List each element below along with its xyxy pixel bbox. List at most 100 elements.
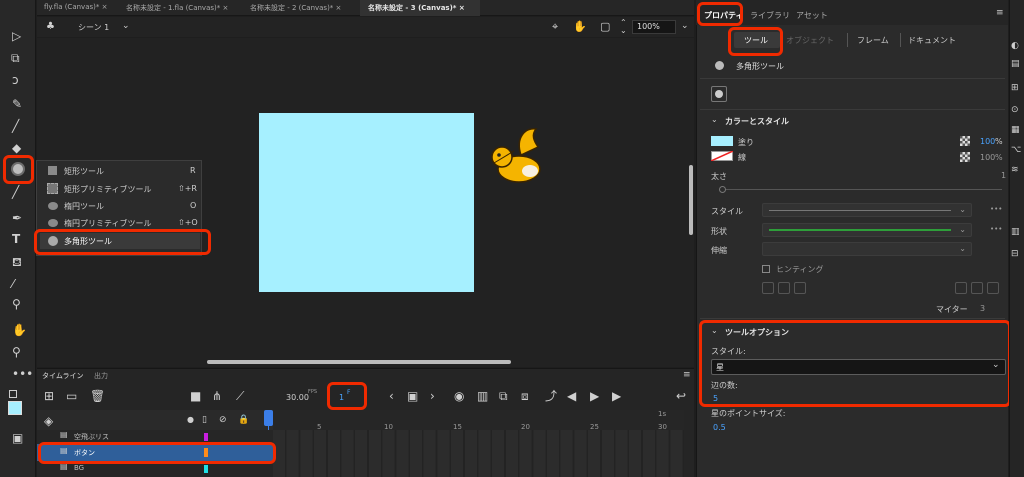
pen-icon[interactable]: ✒ <box>12 212 22 224</box>
new-folder-icon[interactable]: ▭ <box>66 390 77 402</box>
prev-arrow-icon[interactable]: ‹ <box>389 390 394 402</box>
scene-name[interactable]: シーン 1 <box>78 22 109 33</box>
cap-button-1[interactable] <box>762 282 774 294</box>
fill-alpha[interactable]: 100 <box>980 137 995 146</box>
doc-tab-0[interactable]: fly.fla (Canvas)* × <box>44 3 107 11</box>
join-button-3[interactable] <box>987 282 999 294</box>
cap-button-3[interactable] <box>794 282 806 294</box>
new-layer-icon[interactable]: ⊞ <box>44 390 54 402</box>
menu-item-oval-primitive[interactable]: 楕円プリミティブツール <box>64 218 152 229</box>
shape-more-icon[interactable]: ••• <box>990 225 1002 233</box>
stroke-shape-dropdown[interactable]: ⌄ <box>762 223 972 237</box>
subtab-document[interactable]: ドキュメント <box>908 35 956 46</box>
side-panel-icon-9[interactable]: ⊟ <box>1011 250 1019 259</box>
layer-name-2[interactable]: BG <box>74 464 84 472</box>
timeline-menu-icon[interactable]: ≡ <box>683 371 691 380</box>
timeline-fit-icon[interactable]: ↩ <box>676 390 686 402</box>
keyframe-icon[interactable]: ▣ <box>407 390 418 402</box>
pin-icon[interactable]: ⚲ <box>12 298 21 310</box>
side-panel-icon-4[interactable]: ⊙ <box>1011 106 1019 115</box>
width-value[interactable]: 1 <box>1001 171 1006 180</box>
cap-button-2[interactable] <box>778 282 790 294</box>
side-panel-icon-1[interactable]: ◐ <box>1011 42 1019 51</box>
insert-icon[interactable]: ⤴ <box>545 390 557 402</box>
hand-icon[interactable]: ✋ <box>12 324 27 336</box>
menu-item-oval[interactable]: 楕円ツール <box>64 201 104 212</box>
fps-value[interactable]: 30.00 <box>286 393 309 402</box>
rotate-stage-icon[interactable]: ✋ <box>573 21 587 32</box>
swap-colors-icon[interactable]: ▣ <box>12 432 23 444</box>
tab-assets[interactable]: アセット <box>796 10 828 21</box>
side-panel-icon-6[interactable]: ⌥ <box>1011 146 1021 155</box>
playhead[interactable] <box>264 410 273 426</box>
free-transform-icon[interactable]: ⧉ <box>11 52 20 64</box>
loop-icon[interactable]: ⧉ <box>499 390 508 402</box>
stroke-color-swatch[interactable] <box>9 390 17 398</box>
scale-dropdown[interactable]: ⌄ <box>762 242 972 256</box>
subtab-frame[interactable]: フレーム <box>857 35 889 46</box>
graph-icon[interactable]: ⟋ <box>236 390 244 402</box>
doc-tab-3[interactable]: 名称未設定 - 3 (Canvas)* × <box>368 3 465 13</box>
width-slider-thumb[interactable] <box>719 186 726 193</box>
next-arrow-icon[interactable]: › <box>430 390 435 402</box>
show-all-dot-icon[interactable]: ● <box>187 416 194 424</box>
layers-stack-icon[interactable]: ◈ <box>44 415 53 427</box>
delete-layer-icon[interactable]: 🗑 <box>90 390 105 402</box>
flying-squirrel-sprite[interactable] <box>484 125 556 193</box>
star-point-value[interactable]: 0.5 <box>713 423 726 432</box>
text-tool-icon[interactable]: T <box>12 233 20 245</box>
zoom-icon[interactable]: ⚲ <box>12 346 21 358</box>
stroke-style-dropdown[interactable]: ⌄ <box>762 203 972 217</box>
menu-item-rectangle-primitive[interactable]: 矩形プリミティブツール <box>64 184 152 195</box>
tab-output[interactable]: 出力 <box>94 371 108 381</box>
center-stage-icon[interactable]: ⌖ <box>552 21 558 32</box>
color-style-chevron-icon[interactable]: ⌄ <box>711 116 718 124</box>
line-tool-icon[interactable]: ╱ <box>12 186 19 198</box>
paint-bucket-icon[interactable]: ⛾ <box>12 256 22 268</box>
doc-tab-1[interactable]: 名称未設定 - 1.fla (Canvas)* × <box>126 3 228 13</box>
side-panel-icon-2[interactable]: ▤ <box>1011 60 1020 69</box>
onion-skin-icon[interactable]: ◉ <box>454 390 464 402</box>
step-forward-icon[interactable]: ▶ <box>612 390 621 402</box>
eyedropper-icon[interactable]: ⁄ <box>12 278 14 290</box>
color-style-title[interactable]: カラーとスタイル <box>725 116 789 127</box>
panel-menu-icon[interactable]: ≡ <box>996 9 1004 18</box>
lasso-icon[interactable]: ↄ <box>12 74 19 86</box>
stroke-alpha[interactable]: 100 <box>980 153 995 162</box>
more-tools-icon[interactable]: ••• <box>12 368 33 380</box>
side-panel-icon-5[interactable]: ▦ <box>1011 126 1020 135</box>
scene-chevron-icon[interactable]: ⌄ <box>122 22 130 31</box>
paint-brush-icon[interactable]: ╱ <box>12 120 19 132</box>
fill-swatch[interactable] <box>711 136 733 146</box>
layer-name-0[interactable]: 空飛ぶリス <box>74 432 109 442</box>
fill-color-swatch[interactable] <box>8 401 22 415</box>
sync-icon[interactable]: ⧈ <box>521 390 529 402</box>
fill-checker-icon[interactable] <box>960 136 970 146</box>
side-panel-icon-3[interactable]: ⊞ <box>1011 84 1019 93</box>
tab-timeline[interactable]: タイムライン <box>42 371 84 381</box>
visibility-icon[interactable]: ⊘ <box>219 416 227 425</box>
stroke-swatch[interactable] <box>711 151 733 161</box>
outline-icon[interactable]: ▯ <box>202 416 207 425</box>
stage-canvas[interactable] <box>259 113 474 292</box>
camera-icon[interactable]: ■ <box>190 390 201 402</box>
eraser-icon[interactable]: ◆ <box>12 142 21 154</box>
miter-value[interactable]: 3 <box>980 304 985 313</box>
style-more-icon[interactable]: ••• <box>990 205 1002 213</box>
stage-scrollbar-v[interactable] <box>689 165 693 235</box>
join-button-2[interactable] <box>971 282 983 294</box>
layer-parenting-icon[interactable]: ⋔ <box>212 390 222 402</box>
doc-tab-2[interactable]: 名称未設定 - 2 (Canvas)* × <box>250 3 341 13</box>
subtab-object[interactable]: オブジェクト <box>786 35 834 46</box>
zoom-chevron-icon[interactable]: ⌄ <box>681 22 689 31</box>
clip-stage-icon[interactable]: ▢ <box>600 21 610 32</box>
hinting-checkbox[interactable] <box>762 265 770 273</box>
lock-icon[interactable]: 🔒 <box>238 416 249 425</box>
width-slider-track[interactable] <box>722 189 1002 190</box>
tab-library[interactable]: ライブラリ <box>750 10 790 21</box>
menu-item-rectangle[interactable]: 矩形ツール <box>64 166 104 177</box>
select-tool-icon[interactable]: ▷ <box>12 30 21 42</box>
brush-icon[interactable]: ✎ <box>12 98 22 110</box>
stroke-checker-icon[interactable] <box>960 152 970 162</box>
join-button-1[interactable] <box>955 282 967 294</box>
